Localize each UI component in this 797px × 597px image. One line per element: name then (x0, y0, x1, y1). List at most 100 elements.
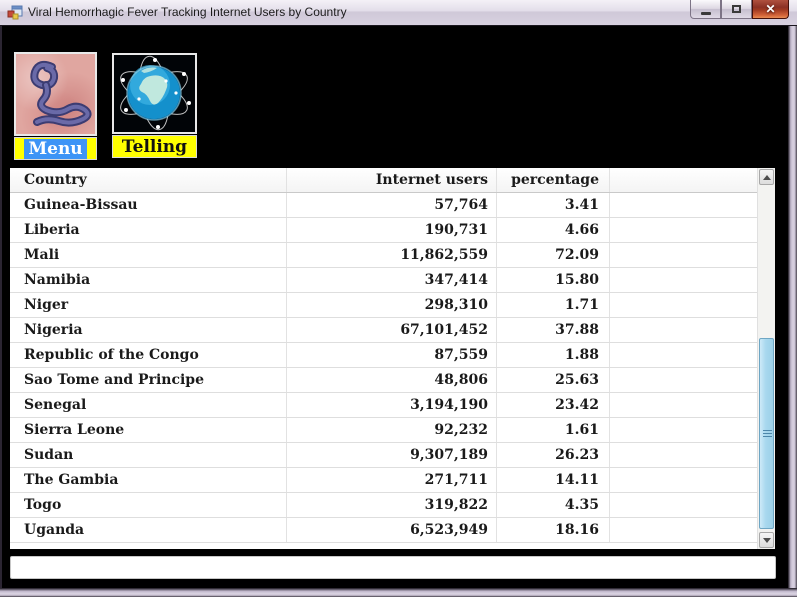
cell-percentage: 23.42 (497, 393, 610, 417)
cell-country: Nigeria (10, 318, 287, 342)
table-row[interactable]: Togo 319,822 4.35 (10, 493, 757, 518)
telling-button-label: Telling (121, 136, 188, 157)
cell-percentage: 26.23 (497, 443, 610, 467)
cell-country: The Gambia (10, 468, 287, 492)
cell-internet-users: 271,711 (287, 468, 497, 492)
cell-internet-users: 319,822 (287, 493, 497, 517)
cell-country: Togo (10, 493, 287, 517)
menu-button[interactable]: Menu (14, 52, 97, 160)
cell-percentage: 72.09 (497, 243, 610, 267)
cell-percentage: 37.88 (497, 318, 610, 342)
cell-country: Sudan (10, 443, 287, 467)
cell-internet-users: 9,307,189 (287, 443, 497, 467)
network-globe-image (112, 53, 197, 134)
cell-country: Guinea-Bissau (10, 193, 287, 217)
cell-internet-users: 190,731 (287, 218, 497, 242)
minimize-icon (700, 11, 711, 15)
table-row[interactable]: Sierra Leone 92,232 1.61 (10, 418, 757, 443)
table-row[interactable]: Namibia 347,414 15.80 (10, 268, 757, 293)
cell-country: Sao Tome and Principe (10, 368, 287, 392)
close-icon: ✕ (765, 2, 776, 16)
cell-country: Uganda (10, 518, 287, 542)
app-icon[interactable] (7, 5, 23, 21)
telling-button[interactable]: Telling (112, 53, 197, 158)
table-row[interactable]: Republic of the Congo 87,559 1.88 (10, 343, 757, 368)
table-row[interactable]: Mali 11,862,559 72.09 (10, 243, 757, 268)
cell-percentage: 1.61 (497, 418, 610, 442)
scrollbar-thumb[interactable] (759, 338, 774, 529)
cell-percentage: 4.66 (497, 218, 610, 242)
cell-internet-users: 57,764 (287, 193, 497, 217)
maximize-icon (732, 5, 741, 13)
cell-country: Republic of the Congo (10, 343, 287, 367)
bottom-textbox[interactable] (10, 556, 776, 579)
cell-internet-users: 92,232 (287, 418, 497, 442)
scroll-down-button[interactable] (759, 532, 774, 548)
grid-header-row: Country Internet users percentage (10, 168, 757, 193)
cell-internet-users: 347,414 (287, 268, 497, 292)
arrow-down-icon (762, 537, 771, 543)
maximize-button[interactable] (721, 0, 752, 19)
cell-empty (610, 293, 757, 317)
table-row[interactable]: Uganda 6,523,949 18.16 (10, 518, 757, 543)
table-row[interactable]: Senegal 3,194,190 23.42 (10, 393, 757, 418)
window-border-right (788, 26, 797, 597)
app-window: Viral Hemorrhagic Fever Tracking Interne… (0, 0, 797, 597)
table-row[interactable]: Nigeria 67,101,452 37.88 (10, 318, 757, 343)
table-row[interactable]: Niger 298,310 1.71 (10, 293, 757, 318)
close-button[interactable]: ✕ (752, 0, 789, 19)
cell-percentage: 3.41 (497, 193, 610, 217)
cell-empty (610, 343, 757, 367)
scroll-up-button[interactable] (759, 169, 774, 185)
ebola-virus-image (14, 52, 97, 136)
telling-button-label-area: Telling (112, 135, 197, 158)
cell-empty (610, 218, 757, 242)
window-border-bottom (0, 588, 797, 597)
cell-empty (610, 318, 757, 342)
cell-country: Mali (10, 243, 287, 267)
menu-button-label: Menu (24, 138, 87, 159)
thumb-grip-icon (763, 429, 772, 438)
header-country[interactable]: Country (10, 168, 287, 192)
cell-empty (610, 518, 757, 542)
header-empty (610, 168, 757, 192)
table-row[interactable]: Liberia 190,731 4.66 (10, 218, 757, 243)
cell-percentage: 1.71 (497, 293, 610, 317)
cell-empty (610, 468, 757, 492)
window-border-left (0, 26, 2, 597)
table-row[interactable]: Guinea-Bissau 57,764 3.41 (10, 193, 757, 218)
country-data-grid: Country Internet users percentage Guinea… (10, 168, 775, 549)
cell-empty (610, 368, 757, 392)
cell-empty (610, 443, 757, 467)
cell-internet-users: 87,559 (287, 343, 497, 367)
cell-percentage: 4.35 (497, 493, 610, 517)
cell-country: Namibia (10, 268, 287, 292)
cell-percentage: 25.63 (497, 368, 610, 392)
header-internet-users[interactable]: Internet users (287, 168, 497, 192)
cell-internet-users: 48,806 (287, 368, 497, 392)
cell-country: Senegal (10, 393, 287, 417)
cell-percentage: 14.11 (497, 468, 610, 492)
minimize-button[interactable] (690, 0, 721, 19)
cell-percentage: 1.88 (497, 343, 610, 367)
cell-internet-users: 3,194,190 (287, 393, 497, 417)
grid-body: Guinea-Bissau 57,764 3.41 Liberia 190,731 4.6… (10, 193, 757, 543)
table-row[interactable]: Sudan 9,307,189 26.23 (10, 443, 757, 468)
cell-empty (610, 268, 757, 292)
table-row[interactable]: The Gambia 271,711 14.11 (10, 468, 757, 493)
cell-internet-users: 67,101,452 (287, 318, 497, 342)
cell-internet-users: 298,310 (287, 293, 497, 317)
header-percentage[interactable]: percentage (497, 168, 610, 192)
cell-internet-users: 11,862,559 (287, 243, 497, 267)
cell-empty (610, 193, 757, 217)
cell-empty (610, 418, 757, 442)
cell-country: Liberia (10, 218, 287, 242)
cell-country: Sierra Leone (10, 418, 287, 442)
cell-percentage: 15.80 (497, 268, 610, 292)
cell-empty (610, 493, 757, 517)
vertical-scrollbar[interactable] (757, 168, 775, 549)
table-row[interactable]: Sao Tome and Principe 48,806 25.63 (10, 368, 757, 393)
cell-percentage: 18.16 (497, 518, 610, 542)
arrow-up-icon (762, 174, 771, 180)
cell-empty (610, 393, 757, 417)
